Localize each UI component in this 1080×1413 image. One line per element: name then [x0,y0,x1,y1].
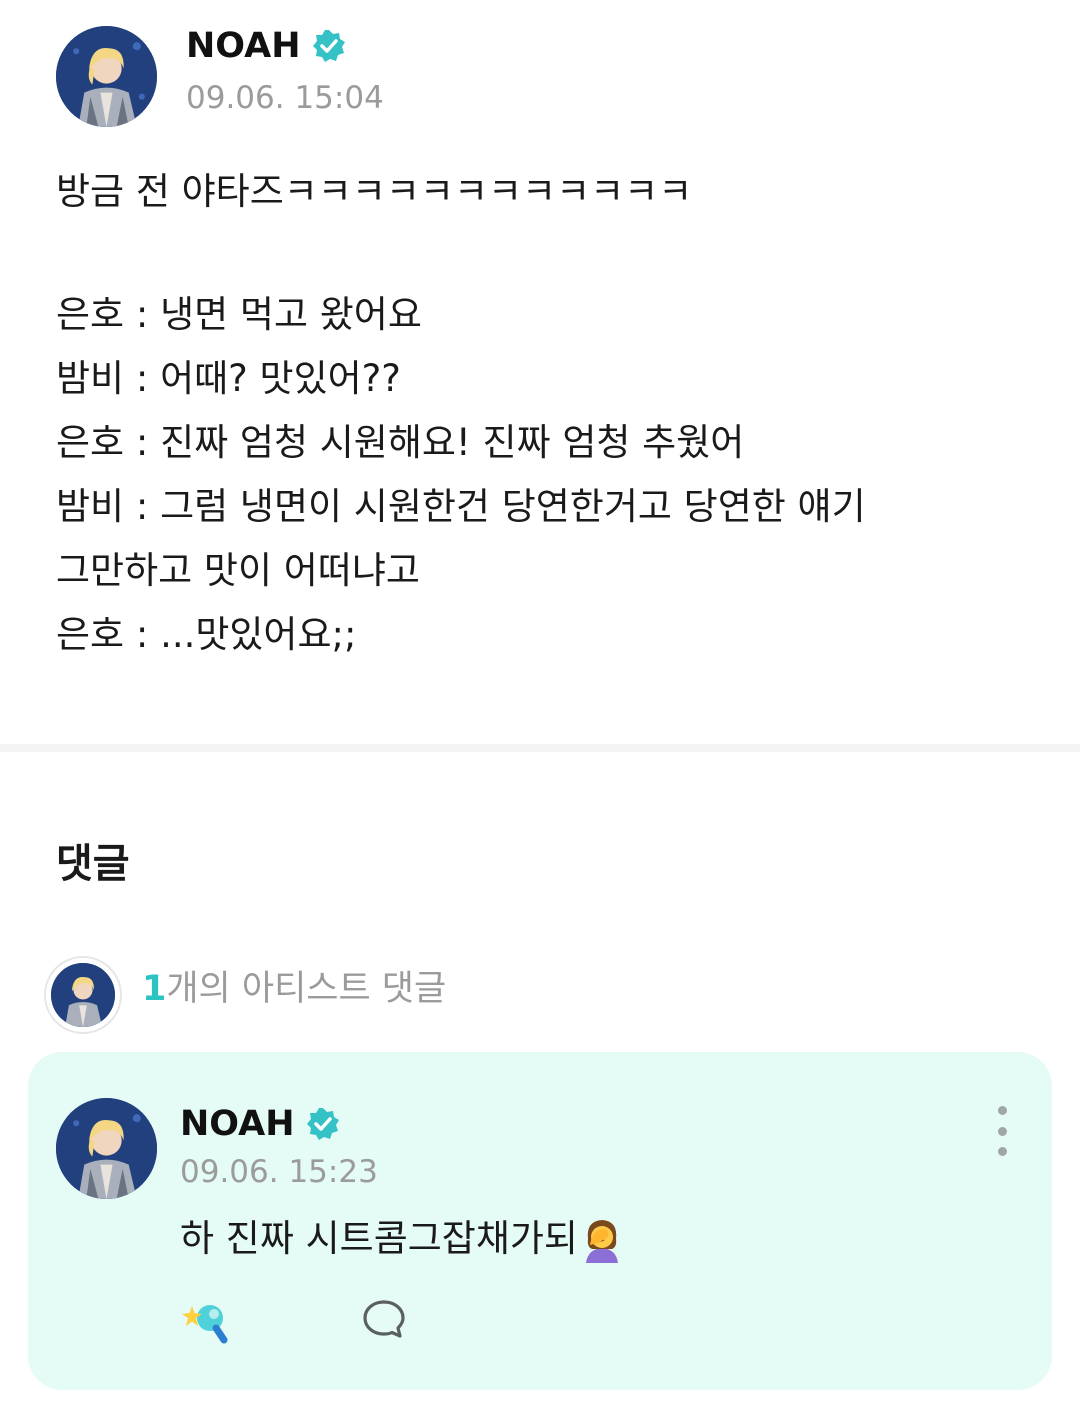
comment-text: 하 진짜 시트콤그잡채가되 [180,1214,624,1264]
post-line: 은호 : ...맛있어요;; [56,613,357,656]
reply-button[interactable] [360,1296,408,1344]
comment-text-content: 하 진짜 시트콤그잡채가되 [180,1217,578,1260]
more-options-button[interactable] [982,1106,1022,1156]
more-dot [997,1147,1007,1156]
artist-comment-label: 개의 아티스트 댓글 [166,969,447,1009]
verified-badge-icon [312,30,345,62]
avatar [51,963,115,1027]
post-line: 밤비 : 어때? 맛있어?? [56,357,401,400]
author-avatar[interactable] [56,26,157,127]
post-line: 방금 전 야타즈ㅋㅋㅋㅋㅋㅋㅋㅋㅋㅋㅋㅋ [56,170,693,213]
section-divider [0,744,1080,752]
speech-bubble-icon [363,1300,405,1338]
comment-author-name[interactable]: NOAH [180,1102,341,1146]
post-line: 그만하고 맛이 어떠냐고 [56,549,420,592]
post-author-name[interactable]: NOAH [186,24,347,68]
artist-comment-summary[interactable]: 1개의 아티스트 댓글 [142,967,446,1011]
artist-comment-card: NOAH 09.06. 15:23 하 진짜 시트콤그잡채가되 [28,1052,1052,1390]
comment-timestamp: 09.06. 15:23 [180,1154,378,1190]
comment-author-avatar[interactable] [56,1098,157,1199]
post-line: 은호 : 냉면 먹고 왔어요 [56,293,422,336]
post-timestamp: 09.06. 15:04 [186,80,384,116]
verified-badge-icon [306,1108,339,1140]
post-line: 은호 : 진짜 엄청 시원해요! 진짜 엄청 추웠어 [56,421,745,464]
more-vertical-icon [997,1106,1007,1115]
artist-comment-count: 1 [142,969,167,1009]
artist-summary-avatar[interactable] [44,956,122,1034]
post-line: 밤비 : 그럼 냉면이 시원한건 당연한거고 당연한 얘기 [56,485,866,528]
sparkle-reaction-icon[interactable] [178,1296,234,1344]
more-dot [997,1126,1007,1136]
post-body: 방금 전 야타즈ㅋㅋㅋㅋㅋㅋㅋㅋㅋㅋㅋㅋ 은호 : 냉면 먹고 왔어요 밤비 :… [56,160,1016,667]
comments-title: 댓글 [56,841,130,887]
face-palm-woman-emoji-icon [585,1220,618,1263]
comment-author-text: NOAH [180,1104,295,1144]
author-name-text: NOAH [186,26,301,66]
